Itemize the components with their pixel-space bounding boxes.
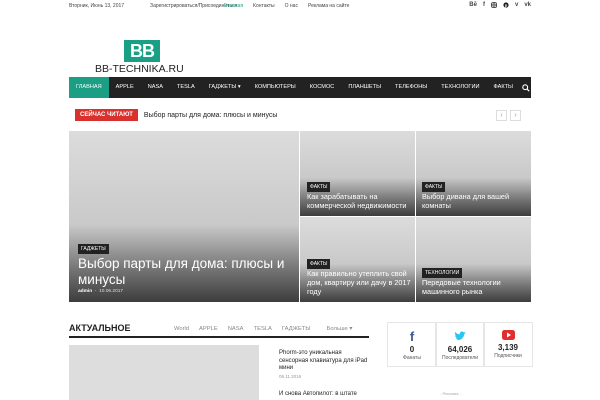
svg-text:f: f: [410, 330, 415, 342]
nav-item-home[interactable]: ГЛАВНАЯ: [69, 77, 109, 98]
top-menu-contacts[interactable]: Контакты: [253, 3, 275, 9]
facebook-counter[interactable]: f 0 Фанаты: [387, 322, 437, 367]
top-menu-about[interactable]: О нас: [285, 3, 298, 9]
nav-item-phones[interactable]: ТЕЛЕФОНЫ: [388, 77, 434, 98]
post-title[interactable]: Phorm-это уникальная сенсорная клавиатур…: [279, 350, 369, 373]
nav-item-space[interactable]: КОСМОС: [303, 77, 342, 98]
list-item[interactable]: Phorm-это уникальная сенсорная клавиатур…: [279, 350, 369, 379]
featured-post-main[interactable]: ГАДЖЕТЫ Выбор парты для дома: плюсы и ми…: [69, 131, 299, 302]
tab-gadgets[interactable]: ГАДЖЕТЫ: [282, 326, 311, 332]
featured-post-tile[interactable]: ФАКТЫ Выбор дивана для вашей комнаты: [416, 131, 531, 216]
tab-tesla[interactable]: TESLA: [254, 326, 272, 332]
featured-post-title[interactable]: Выбор парты для дома: плюсы и минусы: [78, 256, 290, 288]
main-navigation: ГЛАВНАЯ APPLE NASA TESLA ГАДЖЕТЫ ▾ КОМПЬ…: [69, 77, 531, 98]
facebook-count: 0: [409, 345, 415, 354]
search-icon[interactable]: [520, 77, 531, 98]
vk-icon[interactable]: vk: [524, 2, 531, 10]
instagram-icon[interactable]: [491, 2, 497, 10]
ad-label: - Реклама -: [440, 391, 461, 396]
twitter-icon: [436, 330, 484, 342]
facebook-icon: f: [388, 330, 436, 342]
nav-item-facts[interactable]: ФАКТЫ: [487, 77, 521, 98]
youtube-icon: [484, 330, 532, 340]
ticker-controls: ‹ ›: [496, 110, 521, 121]
behance-icon[interactable]: Bē: [469, 2, 477, 10]
youtube-label: Подписчики: [494, 353, 522, 359]
twitter-label: Последователи: [442, 355, 478, 361]
nav-item-computers[interactable]: КОМПЬЮТЕРЫ: [248, 77, 303, 98]
post-date: 10.06.2017: [99, 289, 124, 294]
nav-item-technologies[interactable]: ТЕХНОЛОГИИ: [434, 77, 486, 98]
logo-text[interactable]: BB-TECHNIKA.RU: [95, 63, 184, 75]
post-author[interactable]: admin: [78, 289, 92, 294]
section-tabs: World APPLE NASA TESLA ГАДЖЕТЫ Больше ▾: [174, 326, 352, 332]
nav-item-tablets[interactable]: ПЛАНШЕТЫ: [341, 77, 388, 98]
post-thumbnail[interactable]: [69, 345, 259, 400]
logo-mark[interactable]: BB: [124, 40, 160, 62]
tile-title[interactable]: Передовые технологии машинного рынка: [422, 278, 528, 297]
twitter-counter[interactable]: 64,026 Последователи: [435, 322, 485, 367]
current-date: Вторник, Июнь 13, 2017: [69, 3, 125, 9]
twitter-count: 64,026: [447, 345, 473, 354]
tile-title[interactable]: Выбор дивана для вашей комнаты: [422, 192, 528, 211]
tab-world[interactable]: World: [174, 326, 189, 332]
category-badge[interactable]: ТЕХНОЛОГИИ: [422, 268, 463, 278]
tile-title[interactable]: Как правильно утеплить свой дом, квартир…: [307, 269, 413, 296]
nav-item-gadgets-label: ГАДЖЕТЫ: [208, 84, 237, 90]
ticker-label: СЕЙЧАС ЧИТАЮТ: [75, 109, 138, 121]
chevron-down-icon: ▾: [237, 84, 241, 90]
ticker-prev-button[interactable]: ‹: [496, 110, 507, 121]
facebook-icon[interactable]: f: [483, 2, 485, 10]
category-badge[interactable]: ФАКТЫ: [307, 182, 331, 192]
top-bar: Вторник, Июнь 13, 2017 Зарегистрироватьс…: [0, 0, 600, 11]
section-title: АКТУАЛЬНОЕ: [69, 323, 131, 333]
post-meta: admin - 10.06.2017: [78, 289, 124, 294]
youtube-count: 3,139: [497, 343, 519, 352]
tab-more[interactable]: Больше ▾: [327, 326, 353, 332]
nav-item-nasa[interactable]: NASA: [141, 77, 170, 98]
pinterest-icon[interactable]: p: [503, 2, 509, 10]
site-header: BB BB-TECHNIKA.RU: [0, 11, 600, 77]
post-date: 09.11.2016: [279, 373, 302, 379]
featured-post-tile[interactable]: ФАКТЫ Как правильно утеплить свой дом, к…: [300, 217, 415, 302]
top-menu-ads[interactable]: Реклама на сайте: [308, 3, 349, 9]
category-badge[interactable]: ФАКТЫ: [307, 259, 331, 269]
news-ticker: СЕЙЧАС ЧИТАЮТ Выбор парты для дома: плюс…: [75, 109, 277, 121]
category-badge[interactable]: ГАДЖЕТЫ: [78, 244, 109, 254]
tab-apple[interactable]: APPLE: [199, 326, 218, 332]
ticker-next-button[interactable]: ›: [510, 110, 521, 121]
top-menu-home[interactable]: Главная: [224, 3, 243, 9]
nav-item-gadgets[interactable]: ГАДЖЕТЫ ▾: [202, 77, 248, 98]
vimeo-icon[interactable]: v: [515, 2, 518, 10]
tab-nasa[interactable]: NASA: [228, 326, 244, 332]
youtube-counter[interactable]: 3,139 Подписчики: [483, 322, 533, 367]
post-title[interactable]: И снова Автопилот: в штате: [279, 391, 369, 397]
section-divider: [69, 336, 369, 338]
ticker-headline[interactable]: Выбор парты для дома: плюсы и минусы: [144, 112, 278, 119]
category-badge[interactable]: ФАКТЫ: [422, 182, 446, 192]
featured-post-tile[interactable]: ФАКТЫ Как зарабатывать на коммерческой н…: [300, 131, 415, 216]
nav-item-tesla[interactable]: TESLA: [170, 77, 202, 98]
facebook-label: Фанаты: [403, 355, 421, 361]
tile-title[interactable]: Как зарабатывать на коммерческой недвижи…: [307, 192, 413, 211]
nav-item-apple[interactable]: APPLE: [109, 77, 141, 98]
featured-post-tile[interactable]: ТЕХНОЛОГИИ Передовые технологии машинног…: [416, 217, 531, 302]
